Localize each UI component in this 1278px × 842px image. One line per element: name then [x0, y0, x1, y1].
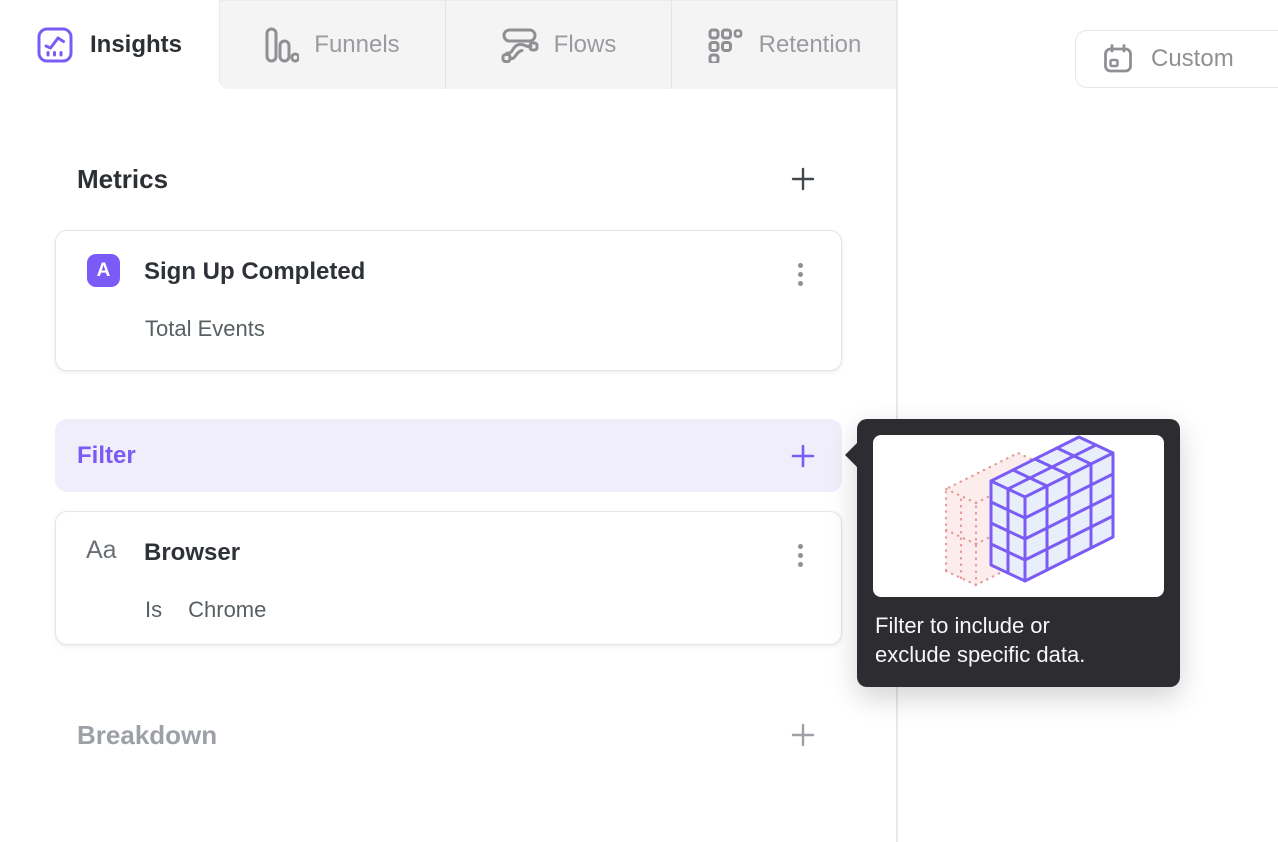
filter-section-header[interactable]: Filter [55, 419, 842, 492]
filter-kebab-menu-icon[interactable] [785, 536, 815, 574]
breakdown-title: Breakdown [77, 719, 218, 750]
tab-retention[interactable]: Retention [671, 1, 897, 89]
add-metric-button[interactable] [786, 162, 820, 196]
tooltip-arrow [845, 442, 858, 468]
metrics-section-header: Metrics [55, 155, 842, 203]
string-property-icon: Aa [86, 536, 117, 564]
date-range-custom-button[interactable]: Custom [1075, 30, 1278, 88]
plus-icon [791, 167, 815, 191]
tab-funnels-label: Funnels [314, 31, 400, 58]
tab-insights[interactable]: Insights [0, 0, 219, 89]
metric-kebab-menu-icon[interactable] [785, 255, 815, 293]
insights-icon [37, 27, 73, 63]
add-filter-button[interactable] [786, 439, 820, 473]
tab-retention-label: Retention [758, 31, 862, 58]
tab-group-inactive: Funnels Flows Retention [219, 0, 897, 89]
filter-title: Filter [77, 441, 136, 469]
plus-icon [791, 723, 815, 747]
filter-property-name: Browser [144, 539, 241, 566]
tab-funnels[interactable]: Funnels [220, 1, 445, 89]
filter-condition[interactable]: Is Chrome [145, 597, 266, 623]
funnel-bars-icon [265, 27, 300, 63]
cube-filter-illustration [944, 435, 1115, 587]
tab-flows-label: Flows [553, 31, 617, 58]
plus-icon [791, 444, 815, 467]
add-breakdown-button[interactable] [786, 718, 820, 752]
app-window: Insights Funnels Flows Retention Custom … [0, 0, 1278, 842]
metric-letter-badge: A [87, 254, 120, 287]
calendar-icon [1102, 43, 1134, 75]
tooltip-line-2: exclude specific data. [875, 642, 1086, 667]
metric-aggregation[interactable]: Total Events [145, 316, 265, 342]
flow-icon [501, 27, 539, 63]
tooltip-line-1: Filter to include or [875, 613, 1050, 638]
metric-card[interactable]: A Sign Up Completed Total Events [55, 230, 842, 371]
custom-button-label: Custom [1151, 45, 1234, 72]
tab-flows[interactable]: Flows [445, 1, 671, 89]
breakdown-section-header: Breakdown [55, 711, 842, 759]
metric-event-name: Sign Up Completed [144, 258, 366, 285]
filter-card[interactable]: Aa Browser Is Chrome [55, 511, 842, 645]
tooltip-illustration [873, 435, 1164, 597]
tab-insights-label: Insights [89, 30, 182, 58]
metrics-title: Metrics [77, 163, 169, 194]
filter-tooltip: Filter to include or exclude specific da… [845, 419, 1180, 687]
filter-operator[interactable]: Is [145, 597, 162, 622]
dot-grid-icon [708, 27, 744, 63]
tooltip-text: Filter to include or exclude specific da… [875, 611, 1085, 669]
filter-value[interactable]: Chrome [188, 597, 266, 622]
